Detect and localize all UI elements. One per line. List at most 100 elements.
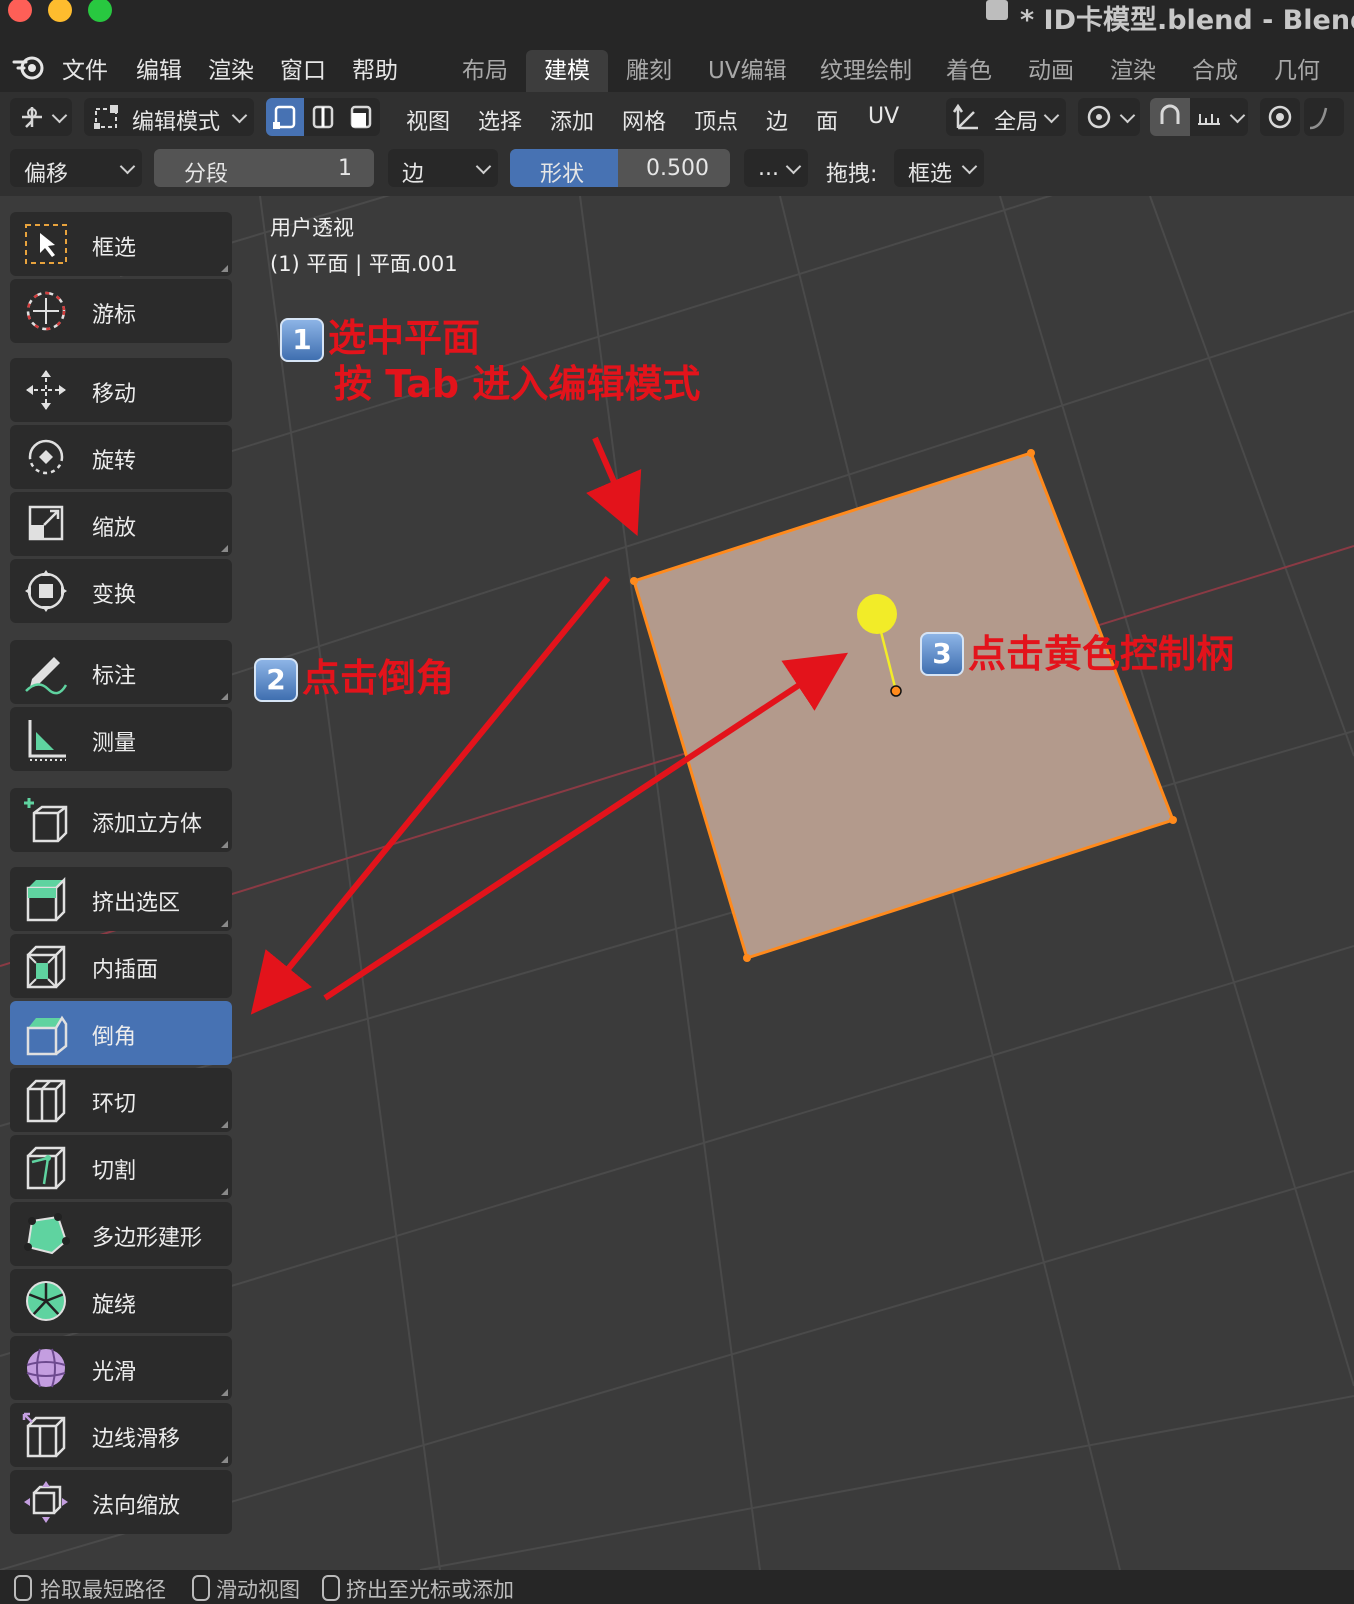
- drag-mode-dropdown[interactable]: 框选: [894, 149, 984, 187]
- proportional-editing-button[interactable]: [1260, 98, 1300, 136]
- vertex[interactable]: [743, 954, 751, 962]
- rotate-icon: [28, 439, 64, 475]
- mode-dropdown[interactable]: 编辑模式: [84, 98, 254, 136]
- tool-options-corner: [221, 265, 228, 272]
- tool-loop-cut[interactable]: 环切: [10, 1068, 232, 1132]
- tab-sculpting[interactable]: 雕刻: [608, 50, 690, 92]
- minimize-window-button[interactable]: [48, 0, 72, 22]
- step-3-badge: 3: [920, 632, 964, 676]
- poly-build-icon: [24, 1213, 70, 1255]
- tool-label: 挤出选区: [92, 891, 181, 916]
- tab-texture-paint[interactable]: 纹理绘制: [802, 50, 930, 92]
- tool-options-corner: [221, 1121, 228, 1128]
- face-select-icon: [350, 105, 372, 129]
- snap-toggle-button[interactable]: [1150, 98, 1190, 136]
- transform-orientation-dropdown[interactable]: 全局: [946, 98, 1066, 136]
- tool-label: 框选: [92, 236, 137, 261]
- tool-options-corner: [221, 841, 228, 848]
- menu-view[interactable]: 视图: [406, 104, 450, 136]
- tool-bevel[interactable]: 倒角: [10, 1001, 232, 1065]
- segments-field[interactable]: 分段 1: [154, 149, 374, 187]
- tool-label: 内插面: [92, 958, 159, 983]
- tab-rendering[interactable]: 渲染: [1092, 50, 1174, 92]
- tool-select-box[interactable]: 框选: [10, 212, 232, 276]
- edit-mode-icon: [94, 105, 118, 129]
- tab-modeling[interactable]: 建模: [526, 50, 608, 92]
- tool-poly-build[interactable]: 多边形建形: [10, 1202, 232, 1266]
- width-type-dropdown[interactable]: 偏移: [10, 149, 142, 187]
- width-type-label: 偏移: [24, 162, 69, 187]
- menu-render[interactable]: 渲染: [208, 51, 254, 85]
- bevel-gizmo-handle[interactable]: [857, 594, 897, 634]
- tool-transform[interactable]: 变换: [10, 559, 232, 623]
- select-mode-group: [266, 98, 380, 136]
- select-box-icon: [25, 224, 67, 264]
- snap-increment-icon[interactable]: [1194, 102, 1224, 132]
- tool-label: 边线滑移: [92, 1427, 181, 1452]
- orientation-axes-icon: [952, 103, 978, 130]
- bevel-icon: [26, 1015, 68, 1056]
- tab-uv-editing[interactable]: UV编辑: [690, 50, 805, 92]
- tool-knife[interactable]: 切割: [10, 1135, 232, 1199]
- edge-select-button[interactable]: [304, 98, 342, 136]
- face-select-button[interactable]: [342, 98, 380, 136]
- tool-rotate[interactable]: 旋转: [10, 425, 232, 489]
- segments-value: 1: [338, 156, 352, 181]
- menu-add[interactable]: 添加: [550, 104, 594, 136]
- affect-dropdown[interactable]: 边: [388, 149, 498, 187]
- tool-label: 旋转: [92, 449, 137, 474]
- tool-move[interactable]: 移动: [10, 358, 232, 422]
- tool-add-cube[interactable]: 添加立方体: [10, 788, 232, 852]
- close-window-button[interactable]: [8, 0, 32, 22]
- vertex-select-button[interactable]: [266, 98, 304, 136]
- more-options-dropdown[interactable]: ...: [744, 149, 808, 187]
- edge-slide-icon: [22, 1412, 66, 1458]
- tool-options-corner: [221, 1188, 228, 1195]
- tab-geometry-nodes[interactable]: 几何节: [1256, 50, 1354, 126]
- tool-options-corner: [221, 693, 228, 700]
- menu-edit[interactable]: 编辑: [136, 51, 182, 85]
- menu-file[interactable]: 文件: [62, 51, 108, 85]
- title-bar: * ID卡模型.blend - Blender: [0, 0, 1354, 42]
- tab-animation[interactable]: 动画: [1010, 50, 1092, 92]
- tool-annotate[interactable]: 标注: [10, 640, 232, 704]
- menu-mesh[interactable]: 网格: [622, 104, 666, 136]
- menu-vertex[interactable]: 顶点: [694, 104, 738, 136]
- step-1-text-line-2: 按 Tab 进入编辑模式: [334, 362, 701, 406]
- vertex[interactable]: [1027, 449, 1035, 457]
- shape-slider[interactable]: 形状 0.500: [510, 149, 730, 187]
- tab-compositing[interactable]: 合成: [1174, 50, 1256, 92]
- falloff-dropdown[interactable]: [1304, 98, 1344, 136]
- vertex[interactable]: [1169, 816, 1177, 824]
- tool-scale[interactable]: 缩放: [10, 492, 232, 556]
- tab-layout[interactable]: 布局: [444, 50, 526, 92]
- falloff-curve-icon: [1309, 107, 1328, 130]
- more-options-label: ...: [758, 156, 779, 181]
- tool-cursor[interactable]: 游标: [10, 279, 232, 343]
- tool-edge-slide[interactable]: 边线滑移: [10, 1403, 232, 1467]
- vertex[interactable]: [630, 577, 638, 585]
- menu-face[interactable]: 面: [816, 104, 838, 136]
- tool-label: 添加立方体: [92, 812, 203, 837]
- editor-type-dropdown[interactable]: [10, 98, 72, 136]
- step-1-text-line-1: 选中平面: [328, 316, 481, 360]
- menu-select[interactable]: 选择: [478, 104, 522, 136]
- menu-window[interactable]: 窗口: [280, 51, 326, 85]
- maximize-window-button[interactable]: [88, 0, 112, 22]
- tool-smooth[interactable]: 光滑: [10, 1336, 232, 1400]
- tool-inset[interactable]: 内插面: [10, 934, 232, 998]
- tab-shading[interactable]: 着色: [928, 50, 1010, 92]
- tool-shrink-fatten[interactable]: 法向缩放: [10, 1470, 232, 1534]
- tool-extrude[interactable]: 挤出选区: [10, 867, 232, 931]
- smooth-icon: [26, 1348, 66, 1388]
- tool-label: 旋绕: [92, 1293, 137, 1318]
- menu-edge[interactable]: 边: [766, 104, 788, 136]
- tool-measure[interactable]: 测量: [10, 707, 232, 771]
- tool-spin[interactable]: 旋绕: [10, 1269, 232, 1333]
- menu-help[interactable]: 帮助: [352, 51, 398, 85]
- blender-logo-icon[interactable]: [12, 52, 48, 82]
- menu-uv[interactable]: UV: [868, 104, 899, 129]
- selected-plane-face[interactable]: [632, 451, 1175, 960]
- pivot-point-dropdown[interactable]: [1078, 98, 1140, 136]
- step-1-badge: 1: [280, 318, 324, 362]
